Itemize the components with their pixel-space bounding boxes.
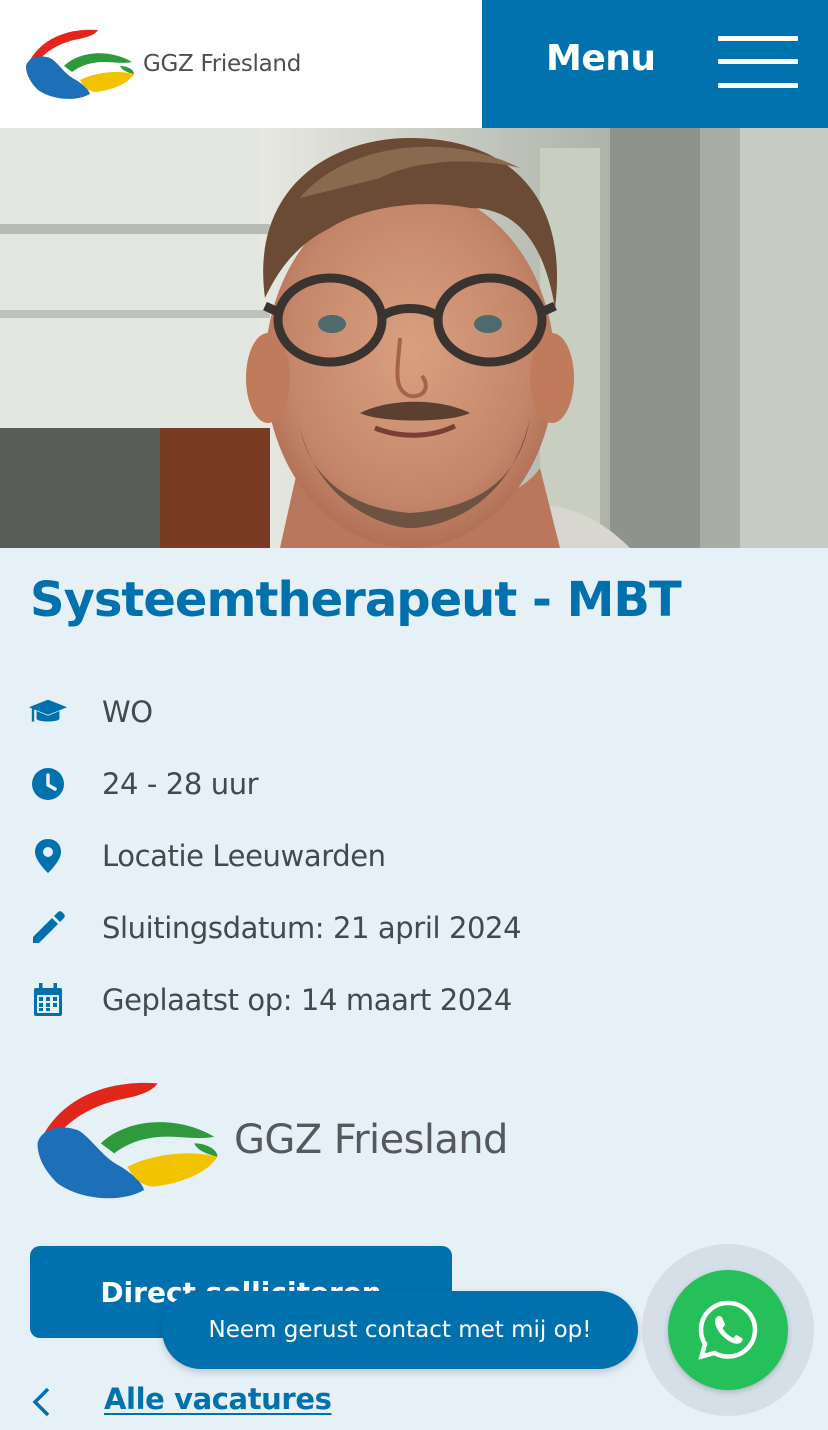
menu-button[interactable]: Menu: [482, 0, 828, 128]
chevron-left-icon: [32, 1387, 50, 1417]
menu-label: Menu: [546, 38, 656, 79]
meta-education-text: WO: [102, 695, 153, 729]
meta-location-text: Locatie Leeuwarden: [102, 839, 386, 873]
brand-name: GGZ Friesland: [143, 51, 302, 77]
hamburger-icon: [718, 36, 798, 92]
meta-education: WO: [28, 690, 153, 734]
job-title: Systeemtherapeut - MBT: [30, 572, 682, 628]
meta-closing-date: Sluitingsdatum: 21 april 2024: [28, 906, 522, 950]
whatsapp-icon: [698, 1300, 758, 1360]
hero-portrait-image: [0, 128, 828, 548]
meta-hours: 24 - 28 uur: [28, 762, 259, 806]
ggz-logo-mark-large: [37, 1082, 218, 1199]
meta-posted-date-text: Geplaatst op: 14 maart 2024: [102, 983, 512, 1017]
meta-location: Locatie Leeuwarden: [28, 834, 386, 878]
pencil-icon: [28, 908, 68, 948]
clock-icon: [28, 764, 68, 804]
ggz-logo-mark: [26, 29, 134, 99]
meta-posted-date: Geplaatst op: 14 maart 2024: [28, 978, 512, 1022]
back-to-vacancies[interactable]: Alle vacatures: [28, 1380, 428, 1424]
page: GGZ Friesland Menu Systeemtherapeut - MB…: [0, 0, 828, 1430]
whatsapp-button[interactable]: [668, 1270, 788, 1390]
all-vacancies-link[interactable]: Alle vacatures: [104, 1382, 332, 1416]
portrait-illustration: [0, 128, 828, 548]
brand-logo-link[interactable]: GGZ Friesland: [24, 22, 324, 106]
graduation-cap-icon: [28, 692, 68, 732]
meta-closing-date-text: Sluitingsdatum: 21 april 2024: [102, 911, 522, 945]
site-header: GGZ Friesland Menu: [0, 0, 828, 128]
meta-hours-text: 24 - 28 uur: [102, 767, 259, 801]
company-name: GGZ Friesland: [234, 1117, 508, 1163]
company-logo: GGZ Friesland: [30, 1070, 530, 1210]
calendar-icon: [28, 980, 68, 1020]
location-pin-icon: [28, 836, 68, 876]
chat-invite-bubble[interactable]: Neem gerust contact met mij op!: [162, 1291, 638, 1369]
